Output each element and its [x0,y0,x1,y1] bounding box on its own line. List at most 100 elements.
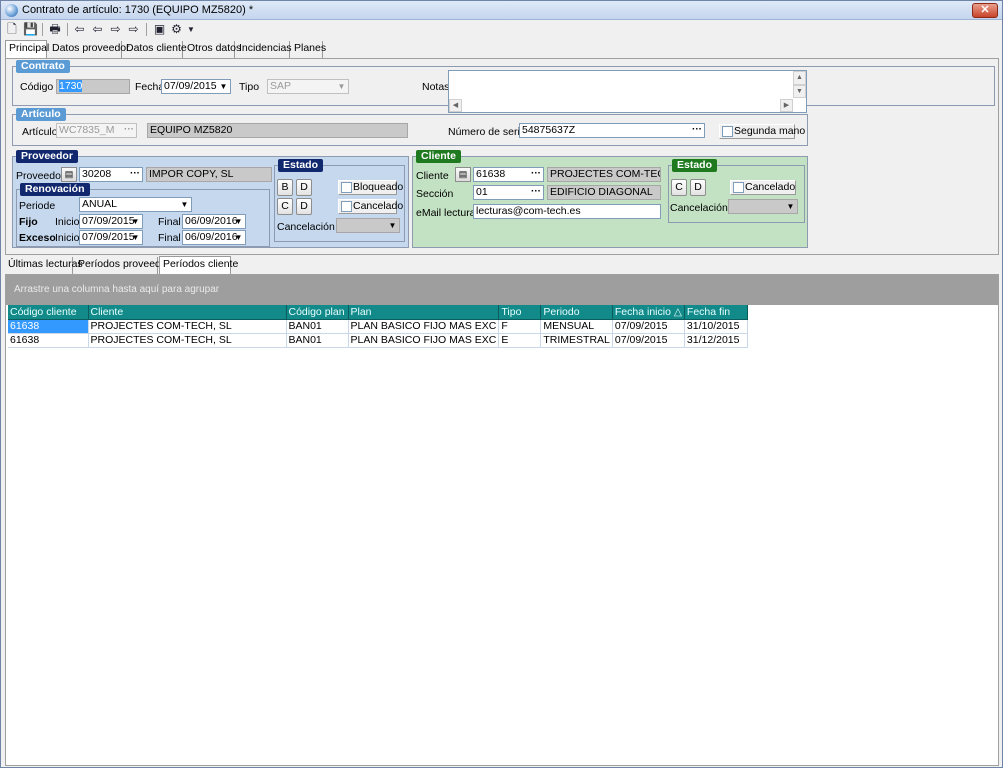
export-icon[interactable]: ▣ [152,22,167,37]
column-header[interactable]: Cliente [88,305,287,320]
estado-d2-button[interactable]: D [296,198,312,215]
fijo-final-field[interactable]: 06/09/2016 ▼ [182,214,246,229]
table-row[interactable]: 61638 PROJECTES COM-TECH, SL BAN01 PLAN … [8,333,748,348]
table-cell[interactable]: E [498,333,542,348]
dropdown-arrow-icon[interactable]: ▼ [186,22,196,37]
card-icon[interactable]: ▤ [455,167,471,182]
table-cell[interactable]: PLAN BASICO FIJO MAS EXC [348,319,500,334]
column-header-sorted[interactable]: Fecha inicio △ [612,305,685,320]
save-icon[interactable]: 💾 [23,22,38,37]
tab-datos-proveedor[interactable]: Datos proveedor [49,41,130,58]
close-button[interactable]: ✕ [972,3,998,18]
tipo-select[interactable]: SAP ▼ [267,79,349,94]
cliente-estado-d-button[interactable]: D [690,179,706,196]
new-icon[interactable]: 🗋 [5,22,19,37]
scroll-right-icon[interactable]: ▶ [780,99,793,112]
periodo-label: Periode [19,200,56,212]
column-header[interactable]: Plan [348,305,500,320]
toolbar-separator [67,23,68,36]
table-cell[interactable]: BAN01 [286,333,349,348]
window-title: Contrato de artículo: 1730 (EQUIPO MZ582… [22,4,254,16]
email-field[interactable]: lecturas@com-tech.es [473,204,661,219]
periodo-select[interactable]: ANUAL ▼ [79,197,192,212]
proveedor-label: Proveedor [16,170,65,182]
cliente-cancelacion-label: Cancelación [670,202,728,214]
table-cell[interactable]: PLAN BASICO FIJO MAS EXC [348,333,500,348]
bloqueado-checkbox[interactable]: Bloqueado [338,180,403,195]
tools-icon[interactable]: ⚙ [169,22,184,37]
card-icon[interactable]: ▤ [61,167,77,182]
cliente-estado-c-button[interactable]: C [671,179,687,196]
column-header[interactable]: Periodo [540,305,613,320]
tab-planes[interactable]: Planes [291,41,326,58]
principal-panel: Contrato Código 1730 Fecha 07/09/2015 ▼ T… [5,58,999,255]
last-icon[interactable]: ⇨ [126,22,141,37]
tab-periodos-proveedor[interactable]: Períodos proveedor [75,257,170,274]
scroll-up-icon[interactable]: ▲ [793,71,806,85]
table-row[interactable]: 61638 PROJECTES COM-TECH, SL BAN01 PLAN … [8,319,748,334]
proveedor-group-title: Proveedor [16,150,78,163]
proveedor-code-field[interactable]: 30208 ··· [79,167,143,182]
articulo-code-field[interactable]: WC7835_M ··· [56,123,137,138]
table-header-row: Código cliente Cliente Código plan Plan … [8,305,748,320]
table-cell[interactable]: 31/10/2015 [684,319,748,334]
proveedor-cancelacion-label: Cancelación [277,221,335,233]
fecha-field[interactable]: 07/09/2015 ▼ [161,79,231,94]
cliente-cancelado-checkbox[interactable]: Cancelado [730,180,796,195]
ellipsis-icon: ··· [531,168,541,179]
codigo-field[interactable]: 1730 [56,79,130,94]
ellipsis-icon: ··· [531,186,541,197]
table-cell[interactable]: 61638 [8,333,89,348]
seccion-code-field[interactable]: 01 ··· [473,185,544,200]
cliente-cancelacion-select[interactable]: ▼ [728,199,798,214]
exceso-final-field[interactable]: 06/09/2016 ▼ [182,230,246,245]
estado-b-button[interactable]: B [277,179,293,196]
table-cell[interactable]: TRIMESTRAL [540,333,613,348]
column-header[interactable]: Fecha fin [684,305,748,320]
fijo-inicio-field[interactable]: 07/09/2015 ▼ [79,214,143,229]
table-cell[interactable]: PROJECTES COM-TECH, SL [88,319,287,334]
column-header[interactable]: Código cliente [8,305,89,320]
first-icon[interactable]: ⇦ [72,22,87,37]
notas-textarea[interactable]: ▲ ▼ ◀ ▶ [448,70,807,113]
scroll-down-icon[interactable]: ▼ [793,85,806,98]
proveedor-cancelacion-select[interactable]: ▼ [336,218,400,233]
table-cell[interactable]: PROJECTES COM-TECH, SL [88,333,287,348]
segunda-mano-checkbox[interactable]: Segunda mano [719,124,805,139]
chevron-down-icon: ▼ [131,217,140,226]
tab-datos-cliente[interactable]: Datos cliente [123,41,187,58]
exceso-final-label: Final [158,232,181,244]
serie-field[interactable]: 54875637Z ··· [519,123,705,138]
next-icon[interactable]: ⇨ [108,22,123,37]
table-cell[interactable]: 07/09/2015 [612,333,685,348]
toolbar-separator [146,23,147,36]
tab-incidencias[interactable]: Incidencias [236,41,292,58]
scroll-left-icon[interactable]: ◀ [449,99,462,112]
table-cell[interactable]: 31/12/2015 [684,333,748,348]
column-header[interactable]: Tipo [498,305,542,320]
ellipsis-icon: ··· [692,124,702,135]
tab-principal[interactable]: Principal [5,40,49,58]
cliente-code-field[interactable]: 61638 ··· [473,167,544,182]
table-cell[interactable]: MENSUAL [540,319,613,334]
column-header[interactable]: Código plan [286,305,349,320]
prev-icon[interactable]: ⇦ [90,22,105,37]
table-cell[interactable]: 61638 [8,319,89,334]
cliente-group-title: Cliente [416,150,462,163]
exceso-inicio-field[interactable]: 07/09/2015 ▼ [79,230,143,245]
table-cell[interactable]: F [498,319,542,334]
tab-ultimas-lecturas[interactable]: Últimas lecturas [5,257,83,274]
estado-d-button[interactable]: D [296,179,312,196]
table-cell[interactable]: 07/09/2015 [612,319,685,334]
table-cell[interactable]: BAN01 [286,319,349,334]
fijo-label: Fijo [19,216,38,228]
group-by-panel[interactable]: Arrastre una columna hasta aquí para agr… [6,275,998,305]
fijo-final-label: Final [158,216,181,228]
print-icon[interactable]: 🖶 [47,22,63,37]
tab-periodos-cliente[interactable]: Períodos cliente [159,256,238,274]
estado-c-button[interactable]: C [277,198,293,215]
proveedor-cancelado-checkbox[interactable]: Cancelado [338,199,403,214]
tab-otros-datos[interactable]: Otros datos [184,41,241,58]
cliente-estado-title: Estado [672,159,718,172]
articulo-name-field: EQUIPO MZ5820 [147,123,408,138]
